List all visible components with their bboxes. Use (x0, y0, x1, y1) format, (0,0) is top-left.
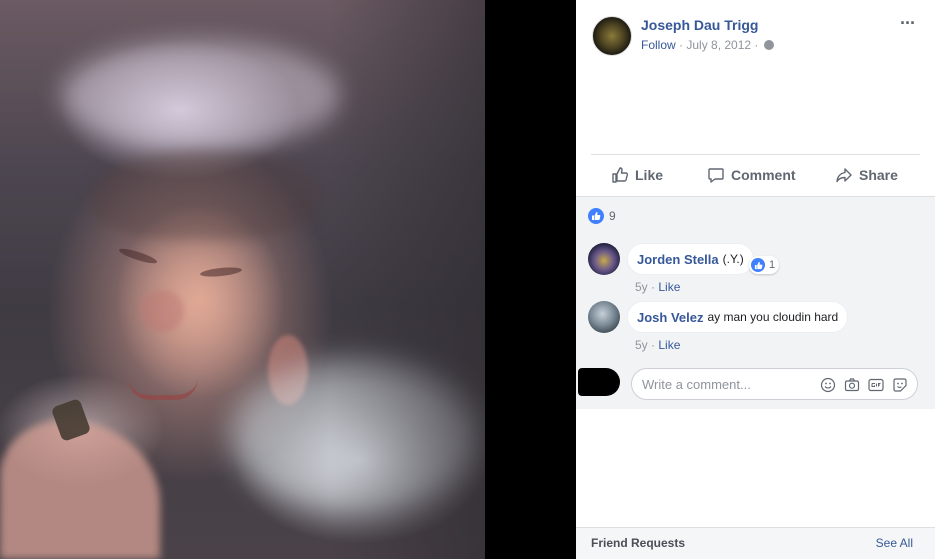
photo-stage (0, 0, 576, 559)
camera-icon[interactable] (843, 376, 861, 394)
comment-button[interactable]: Comment (707, 164, 796, 186)
globe-icon[interactable] (763, 40, 774, 50)
composer-tools (819, 376, 909, 394)
comment-label: Comment (731, 167, 796, 183)
comments-section: 9 Jorden Stella (.Y.) 1 5y · Like Josh V… (576, 196, 935, 409)
meta-separator: · (751, 38, 762, 52)
comment-age[interactable]: 5y (635, 280, 648, 294)
like-button[interactable]: Like (611, 164, 663, 186)
share-button[interactable]: Share (835, 164, 898, 186)
reaction-count: 9 (609, 209, 616, 223)
smoke-cloud (60, 40, 340, 150)
like-reaction-icon (588, 208, 604, 224)
friend-requests-bar: Friend Requests See All (576, 527, 935, 559)
photo-shadow (330, 0, 485, 559)
commenter-name[interactable]: Josh Velez (637, 310, 703, 325)
author-avatar[interactable] (592, 16, 632, 56)
comment-text: (.Y.) (722, 252, 744, 266)
hair (90, 150, 320, 240)
like-label: Like (635, 167, 664, 183)
hand (0, 420, 160, 559)
comment-like-link[interactable]: Like (658, 338, 680, 352)
comment-bubble: Josh Velez ay man you cloudin hard (627, 301, 849, 333)
post-side-panel: Joseph Dau Trigg Follow · July 8, 2012 ·… (576, 0, 935, 559)
share-icon (836, 168, 852, 183)
comment-composer: Write a comment... (576, 363, 935, 403)
commenter-avatar[interactable] (588, 243, 620, 275)
comment-icon (708, 168, 724, 183)
sticker-icon[interactable] (891, 376, 909, 394)
thumbs-up-icon (612, 167, 629, 183)
commenter-avatar[interactable] (588, 301, 620, 333)
gif-icon[interactable] (867, 376, 885, 394)
post-meta: Follow · July 8, 2012 · (641, 38, 774, 52)
emoji-icon[interactable] (819, 376, 837, 394)
right-eye (199, 265, 243, 279)
commenter-name[interactable]: Jorden Stella (637, 252, 719, 267)
like-reaction-icon (751, 258, 765, 272)
friend-requests-title[interactable]: Friend Requests (591, 536, 685, 550)
comment-input[interactable]: Write a comment... (631, 368, 918, 400)
facebook-photo-viewer: Joseph Dau Trigg Follow · July 8, 2012 ·… (0, 0, 935, 559)
left-eye (117, 246, 159, 266)
current-user-avatar (578, 368, 620, 396)
comment-reaction-count[interactable]: 1 (749, 256, 780, 274)
comment-reaction-number: 1 (769, 259, 776, 271)
follow-link[interactable]: Follow (641, 38, 676, 52)
comment-bubble: Jorden Stella (.Y.) (627, 243, 754, 275)
divider (591, 154, 920, 155)
post-date[interactable]: July 8, 2012 (686, 38, 751, 52)
comment-placeholder: Write a comment... (642, 377, 751, 392)
comment-age[interactable]: 5y (635, 338, 648, 352)
share-label: Share (859, 167, 898, 183)
meta-separator: · (675, 38, 687, 52)
comment-meta: 5y · Like (635, 338, 680, 352)
comment-like-link[interactable]: Like (658, 280, 680, 294)
more-options-icon[interactable]: ··· (900, 13, 916, 34)
comment-meta: 5y · Like (635, 280, 680, 294)
see-all-link[interactable]: See All (876, 536, 913, 550)
reactions-summary[interactable]: 9 (588, 208, 616, 224)
post-header: Joseph Dau Trigg Follow · July 8, 2012 ·… (576, 0, 935, 196)
author-name[interactable]: Joseph Dau Trigg (641, 17, 758, 33)
meta-separator: · (647, 338, 659, 352)
mouth (128, 378, 198, 400)
comment-text: ay man you cloudin hard (707, 310, 839, 324)
meta-separator: · (647, 280, 659, 294)
nose (140, 290, 184, 332)
post-photo[interactable] (0, 0, 485, 559)
